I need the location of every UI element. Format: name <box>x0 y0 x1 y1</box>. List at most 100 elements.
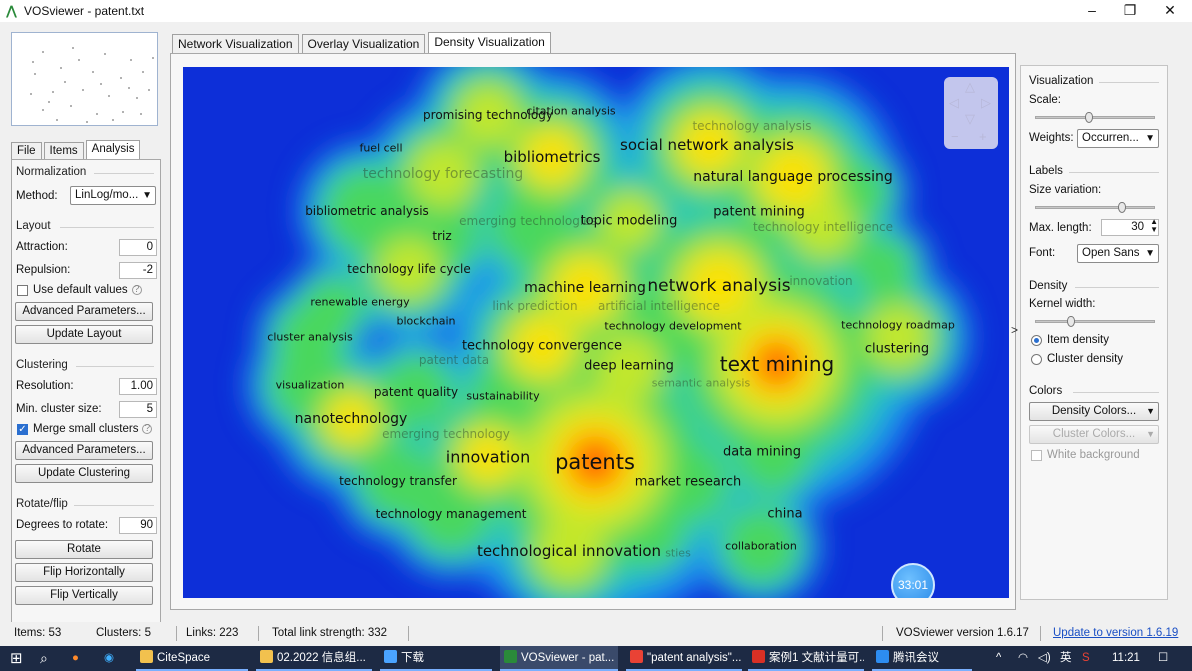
attraction-input[interactable]: 0 <box>119 239 157 256</box>
term-label[interactable]: triz <box>432 229 451 243</box>
spinner-icon[interactable]: ▲ ▼ <box>1150 218 1158 234</box>
pan-up-icon[interactable]: △ <box>965 79 975 95</box>
term-label[interactable]: technology convergence <box>462 339 622 354</box>
term-label[interactable]: fuel cell <box>359 142 402 155</box>
term-label[interactable]: clustering <box>865 342 929 357</box>
item-density-radio[interactable]: Item density <box>1031 334 1109 346</box>
show-hidden-icons[interactable]: ^ <box>996 646 1001 671</box>
term-label[interactable]: market research <box>635 475 742 490</box>
density-map[interactable]: △ ◁ ▷ ▽ − + 33:01 promising technology ci… <box>183 67 1009 598</box>
term-label[interactable]: technology transfer <box>339 474 457 488</box>
term-label[interactable]: visualization <box>276 379 345 392</box>
search-icon[interactable]: ⌕ <box>40 646 48 671</box>
zoom-in-icon[interactable]: + <box>979 129 987 144</box>
term-label[interactable]: technology life cycle <box>347 262 471 276</box>
update-version-link[interactable]: Update to version 1.6.19 <box>1053 627 1178 639</box>
term-label[interactable]: data mining <box>723 445 801 460</box>
cluster-density-radio[interactable]: Cluster density <box>1031 353 1123 365</box>
restore-button[interactable]: ❐ <box>1110 0 1150 22</box>
term-label[interactable]: patents <box>555 450 635 474</box>
pan-left-icon[interactable]: ◁ <box>949 95 959 111</box>
term-label[interactable]: patent quality <box>374 385 458 399</box>
term-label[interactable]: technology forecasting <box>363 166 523 182</box>
taskbar-app-button[interactable]: 案例1 文献计量可... <box>748 646 864 671</box>
help-icon[interactable]: ? <box>131 285 142 295</box>
tab-network-visualization[interactable]: Network Visualization <box>172 34 299 53</box>
term-label[interactable]: technology management <box>376 507 527 521</box>
clock[interactable]: 11:21 <box>1112 646 1140 671</box>
tab-analysis[interactable]: Analysis <box>85 140 141 159</box>
term-label[interactable]: china <box>767 507 802 522</box>
help-icon[interactable]: ? <box>142 424 153 434</box>
term-label[interactable]: renewable energy <box>310 296 409 309</box>
tab-file[interactable]: File <box>11 142 42 159</box>
kernel-width-slider[interactable] <box>1035 316 1155 327</box>
term-label[interactable]: link prediction <box>492 299 577 313</box>
term-label[interactable]: text mining <box>720 352 834 376</box>
density-colors-button[interactable]: Density Colors... ▼ <box>1029 402 1159 421</box>
term-label[interactable]: nanotechnology <box>295 411 408 427</box>
chevron-down-icon[interactable]: ▼ <box>1146 403 1155 420</box>
tab-density-visualization[interactable]: Density Visualization <box>428 32 551 53</box>
term-label[interactable]: semantic analysis <box>652 377 750 390</box>
term-label[interactable]: bibliometrics <box>504 148 601 166</box>
volume-icon[interactable]: ◁) <box>1038 646 1051 671</box>
slider-handle[interactable] <box>1085 112 1094 123</box>
term-label[interactable]: social network analysis <box>620 136 794 154</box>
min-cluster-size-input[interactable]: 5 <box>119 401 157 418</box>
term-label[interactable]: deep learning <box>584 359 674 374</box>
term-label[interactable]: technology development <box>604 320 741 333</box>
method-select[interactable]: LinLog/mo... ▼ <box>70 186 156 205</box>
term-label[interactable]: natural language processing <box>693 169 893 185</box>
close-button[interactable]: ✕ <box>1150 0 1190 22</box>
term-label[interactable]: innovation <box>789 274 852 288</box>
term-label[interactable]: technology intelligence <box>753 220 893 234</box>
search-tool-icon[interactable]: ● <box>72 646 79 671</box>
tab-items[interactable]: Items <box>43 142 84 159</box>
repulsion-input[interactable]: -2 <box>119 262 157 279</box>
resolution-input[interactable]: 1.00 <box>119 378 157 395</box>
weights-select[interactable]: Occurren... ▼ <box>1077 129 1159 148</box>
use-default-checkbox[interactable]: Use default values ? <box>17 284 142 296</box>
term-label[interactable]: artificial intelligence <box>598 299 720 313</box>
minimize-button[interactable]: ‒ <box>1072 0 1112 22</box>
size-variation-slider[interactable] <box>1035 202 1155 213</box>
term-label[interactable]: sties <box>665 547 691 560</box>
taskbar-app-button[interactable]: "patent analysis"... <box>626 646 742 671</box>
term-label[interactable]: technology analysis <box>692 119 811 133</box>
taskbar-app-button[interactable]: 腾讯会议 <box>872 646 972 671</box>
ime-icon[interactable]: S <box>1082 646 1090 671</box>
term-label[interactable]: technological innovation <box>477 542 661 560</box>
tab-overlay-visualization[interactable]: Overlay Visualization <box>301 34 426 53</box>
advanced-parameters-clustering-button[interactable]: Advanced Parameters... <box>15 441 153 460</box>
input-language[interactable]: 英 <box>1060 646 1072 671</box>
term-label[interactable]: topic modeling <box>581 214 678 229</box>
term-label[interactable]: citation analysis <box>526 105 615 118</box>
term-label[interactable]: innovation <box>446 448 530 467</box>
flip-vertically-button[interactable]: Flip Vertically <box>15 586 153 605</box>
term-label[interactable]: collaboration <box>725 540 797 553</box>
start-button[interactable]: ⊞ <box>10 646 23 671</box>
update-clustering-button[interactable]: Update Clustering <box>15 464 153 483</box>
flip-horizontally-button[interactable]: Flip Horizontally <box>15 563 153 582</box>
term-label[interactable]: network analysis <box>647 276 790 296</box>
pan-right-icon[interactable]: ▷ <box>981 95 991 111</box>
expand-panel-icon[interactable]: > <box>1011 323 1018 337</box>
rotate-button[interactable]: Rotate <box>15 540 153 559</box>
term-label[interactable]: machine learning <box>524 280 646 296</box>
taskbar-app-button[interactable]: 02.2022 信息组... <box>256 646 372 671</box>
pan-down-icon[interactable]: ▽ <box>965 111 975 127</box>
network-icon[interactable]: ◠ <box>1018 646 1028 671</box>
taskbar-app-button[interactable]: VOSviewer - pat... <box>500 646 618 671</box>
taskbar-app-button[interactable]: CiteSpace <box>136 646 248 671</box>
notification-icon[interactable]: ☐ <box>1158 646 1168 671</box>
overview-minimap[interactable] <box>11 32 158 126</box>
degrees-input[interactable]: 90 <box>119 517 157 534</box>
update-layout-button[interactable]: Update Layout <box>15 325 153 344</box>
term-label[interactable]: sustainability <box>466 390 539 403</box>
merge-small-clusters-checkbox[interactable]: ✓ Merge small clusters ? <box>17 423 153 435</box>
term-label[interactable]: emerging technology <box>382 427 510 441</box>
zoom-out-icon[interactable]: − <box>951 129 959 144</box>
slider-handle[interactable] <box>1067 316 1076 327</box>
font-select[interactable]: Open Sans ▼ <box>1077 244 1159 263</box>
